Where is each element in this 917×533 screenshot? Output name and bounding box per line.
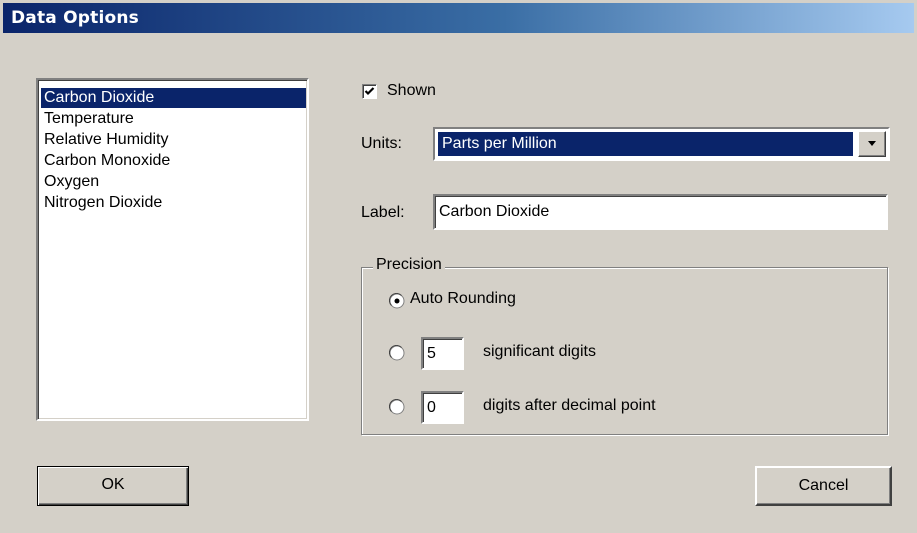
label-field-label: Label: xyxy=(361,204,405,221)
list-item[interactable]: Carbon Dioxide xyxy=(41,88,306,108)
data-options-dialog: Data Options Carbon Dioxide Temperature … xyxy=(0,0,917,533)
auto-rounding-label: Auto Rounding xyxy=(410,290,516,307)
cancel-button[interactable]: Cancel xyxy=(755,466,892,506)
list-item[interactable]: Relative Humidity xyxy=(41,130,306,150)
check-mark-icon xyxy=(364,87,375,96)
units-dropdown[interactable]: Parts per Million xyxy=(433,127,890,161)
list-item[interactable]: Oxygen xyxy=(41,172,306,192)
shown-label: Shown xyxy=(387,82,436,99)
list-item[interactable]: Temperature xyxy=(41,109,306,129)
units-selected-value: Parts per Million xyxy=(438,132,853,156)
shown-checkbox[interactable] xyxy=(362,84,377,99)
units-dropdown-button[interactable] xyxy=(858,131,886,157)
precision-group-title: Precision xyxy=(373,256,445,274)
chevron-down-icon xyxy=(868,141,876,146)
window-title: Data Options xyxy=(11,8,139,28)
data-series-listbox[interactable]: Carbon Dioxide Temperature Relative Humi… xyxy=(36,78,309,421)
decimal-digits-input[interactable]: 0 xyxy=(421,391,464,424)
significant-digits-radio[interactable] xyxy=(389,345,405,361)
significant-digits-label: significant digits xyxy=(483,343,596,360)
significant-digits-input[interactable]: 5 xyxy=(421,337,464,370)
list-item[interactable]: Carbon Monoxide xyxy=(41,151,306,171)
units-label: Units: xyxy=(361,135,402,152)
list-item[interactable]: Nitrogen Dioxide xyxy=(41,193,306,213)
decimal-digits-label: digits after decimal point xyxy=(483,397,656,414)
title-bar[interactable]: Data Options xyxy=(3,3,914,33)
decimal-digits-radio[interactable] xyxy=(389,399,405,415)
auto-rounding-radio[interactable] xyxy=(389,293,405,309)
label-input[interactable]: Carbon Dioxide xyxy=(433,194,888,230)
ok-button[interactable]: OK xyxy=(37,466,189,506)
